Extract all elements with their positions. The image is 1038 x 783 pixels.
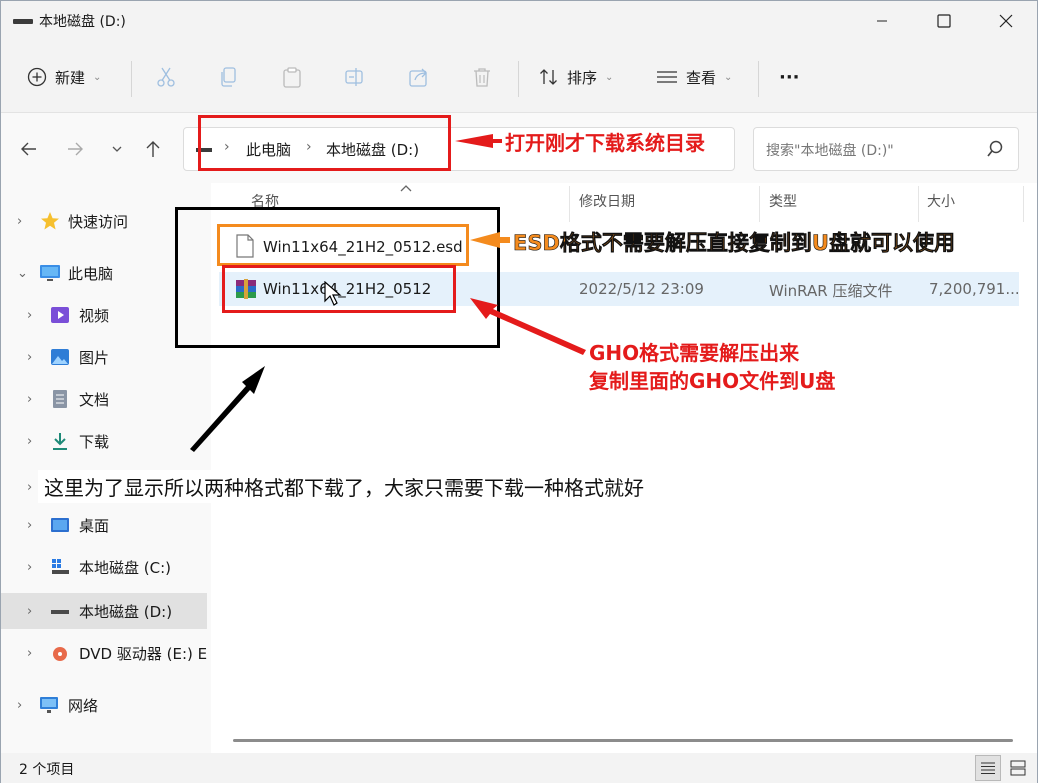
annotation-gho-line2: 复制里面的GHO文件到U盘 [589,369,836,393]
annotation-gho-line1: GHO格式需要解压出来 [589,341,800,365]
arrow-gho [470,298,586,355]
arrow-both [190,366,265,452]
annotation-arrows [190,134,586,452]
annotation-both-formats: 这里为了显示所以两种格式都下载了，大家只需要下载一种格式就好 [38,470,650,503]
arrow-esd [470,232,510,248]
arrow-open-dir [455,134,502,148]
annotation-open-dir: 打开刚才下载系统目录 [505,131,705,155]
annotation-esd: ESD格式不需要解压直接复制到U盘就可以使用 [513,231,956,256]
